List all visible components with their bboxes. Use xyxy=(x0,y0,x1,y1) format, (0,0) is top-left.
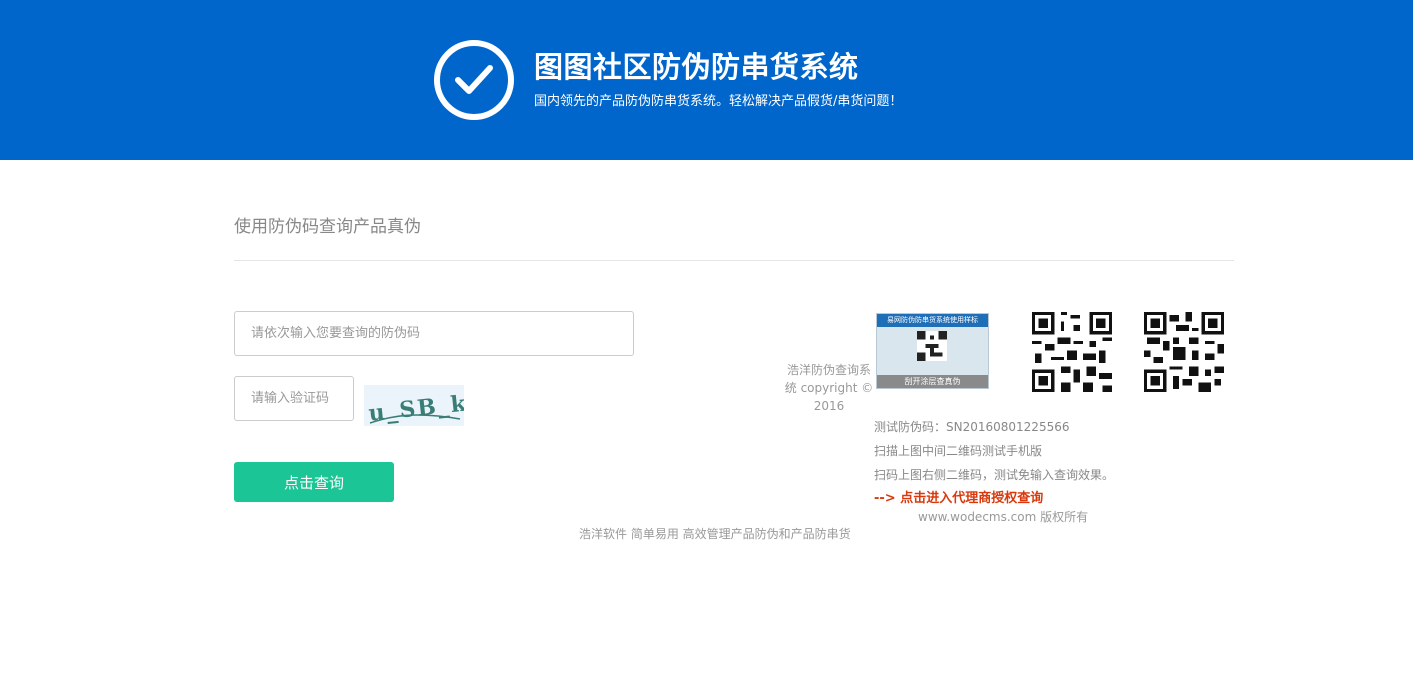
site-subtitle: 国内领先的产品防伪防串货系统。轻松解决产品假货/串货问题！ xyxy=(534,94,903,109)
site-copyright: www.wodecms.com 版权所有 xyxy=(918,510,1089,524)
site-header: 图图社区防伪防串货系统 国内领先的产品防伪防串货系统。轻松解决产品假货/串货问题… xyxy=(0,0,1413,160)
anti-fake-code-input[interactable] xyxy=(234,311,634,356)
scan-right-text: 扫码上图右侧二维码，测试免输入查询效果。 xyxy=(874,468,1115,482)
query-button[interactable]: 点击查询 xyxy=(234,462,394,502)
test-code-text: 测试防伪码：SN20160801225566 xyxy=(874,420,1070,434)
sample-label-footer: 刮开涂层查真伪 xyxy=(877,375,988,388)
captcha-text: u_SB_k xyxy=(367,390,464,426)
qr-code-direct-icon xyxy=(1144,312,1224,392)
scan-mobile-text: 扫描上图中间二维码测试手机版 xyxy=(874,444,1043,458)
site-title: 图图社区防伪防串货系统 xyxy=(534,50,859,84)
section-title: 使用防伪码查询产品真伪 xyxy=(234,217,421,237)
sample-label-image: 易网防伪防串货系统使用样标 刮开涂层查真伪 xyxy=(876,313,989,389)
check-circle-icon xyxy=(434,40,514,120)
footer-slogan: 浩洋软件 简单易用 高效管理产品防伪和产品防串货 xyxy=(579,527,851,541)
copyright-text: 浩洋防伪查询系统 copyright © 2016 xyxy=(784,363,874,413)
captcha-image[interactable]: u_SB_k xyxy=(364,385,464,426)
divider xyxy=(234,260,1234,261)
captcha-input[interactable] xyxy=(234,376,354,421)
agent-authorization-link[interactable]: --> 点击进入代理商授权查询 xyxy=(874,487,1043,506)
sample-label-header: 易网防伪防串货系统使用样标 xyxy=(877,314,988,327)
qr-code-mobile-icon xyxy=(1032,312,1112,392)
sample-qr-icon xyxy=(917,331,947,361)
